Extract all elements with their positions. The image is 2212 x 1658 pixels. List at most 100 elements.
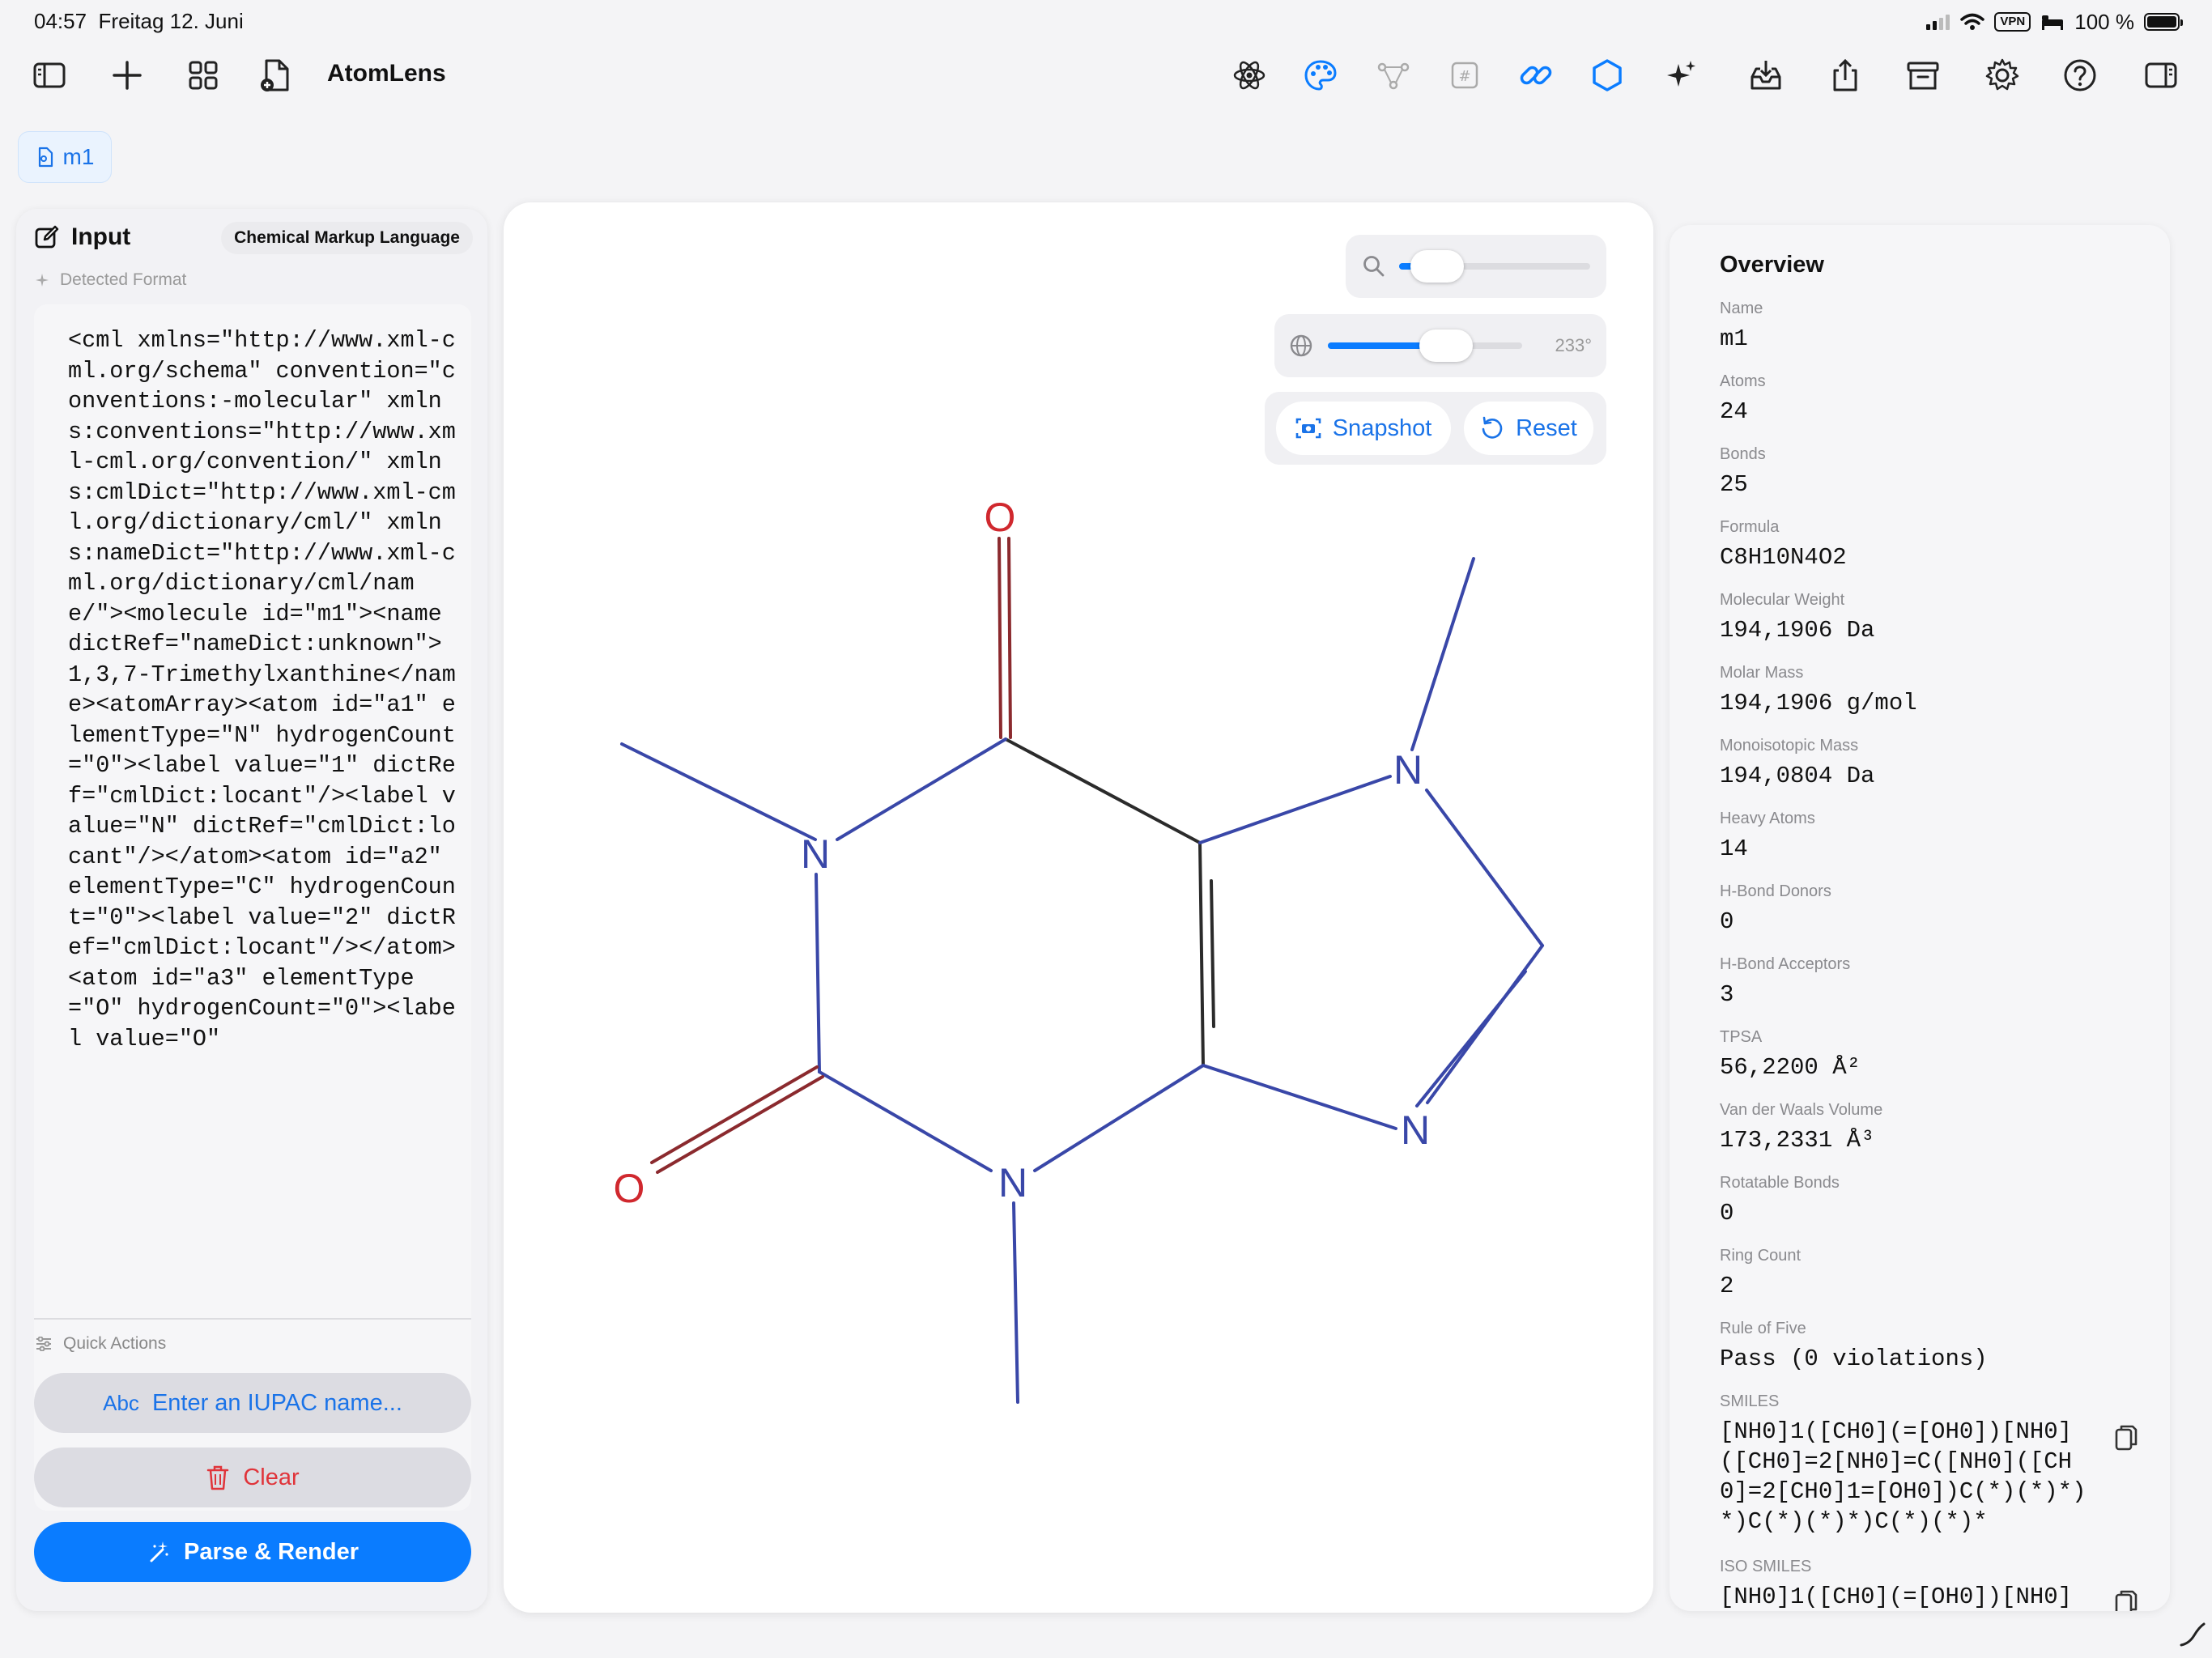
link-icon[interactable] — [1512, 52, 1559, 99]
code-text: <cml xmlns="http://www.xml-cml.org/schem… — [68, 327, 456, 1052]
snapshot-button[interactable]: Snapshot — [1276, 402, 1451, 455]
globe-icon — [1290, 334, 1312, 357]
abc-icon: Abc — [103, 1390, 139, 1415]
property-monoisotopic-mass: Monoisotopic Mass 194,0804 Da — [1720, 737, 1875, 789]
new-document-icon[interactable] — [253, 52, 300, 99]
nitrogen-label-n7: N — [1393, 747, 1423, 793]
zoom-control — [1346, 235, 1606, 298]
property-ring-count: Ring Count 2 — [1720, 1247, 1802, 1299]
property-bonds: Bonds 25 — [1720, 445, 1766, 498]
sliders-icon — [36, 1337, 51, 1351]
input-header: Input — [34, 223, 130, 251]
reset-icon — [1482, 416, 1503, 439]
copy-smiles-icon[interactable] — [2113, 1423, 2139, 1452]
iupac-button-label: Enter an IUPAC name... — [151, 1389, 402, 1416]
oxygen-label-left: O — [614, 1166, 645, 1211]
molecule-doc-icon — [38, 147, 53, 168]
sparkles-icon[interactable] — [1658, 52, 1705, 99]
overview-panel: Overview Name m1 Atoms 24 Bonds 25 Formula C… — [1670, 225, 2170, 1611]
share-icon[interactable] — [1822, 52, 1869, 99]
property-hbond-donors: H-Bond Donors 0 — [1720, 882, 1831, 935]
rotation-angle: 233° — [1555, 335, 1592, 355]
property-formula: Formula C8H10N4O2 — [1720, 518, 1847, 571]
rotation-slider-knob[interactable] — [1419, 329, 1474, 362]
battery-icon — [2144, 13, 2183, 31]
property-iso-smiles: ISO SMILES [NH0]1([CH0](=[OH0])[NH0] — [1720, 1558, 2157, 1611]
molecule-viewer[interactable]: O O N N N N 233° Snapshot Reset — [504, 202, 1653, 1613]
clear-button[interactable]: Clear — [34, 1448, 471, 1507]
signal-icon — [1926, 15, 1950, 30]
plus-icon[interactable] — [104, 52, 151, 99]
number-icon[interactable]: # — [1441, 52, 1488, 99]
property-heavy-atoms: Heavy Atoms 14 — [1720, 810, 1815, 862]
nitrogen-label-n9: N — [1401, 1107, 1430, 1153]
overview-title: Overview — [1720, 252, 1824, 278]
zoom-slider-knob[interactable] — [1410, 250, 1465, 283]
svg-text:#: # — [1458, 68, 1470, 85]
property-molar-mass: Molar Mass 194,1906 g/mol — [1720, 664, 1917, 716]
viewer-actions: Snapshot Reset — [1265, 392, 1606, 465]
sidebar-right-icon[interactable] — [2138, 52, 2184, 99]
wifi-icon — [1960, 13, 1985, 30]
magnifier-icon — [1363, 256, 1385, 277]
app-title: AtomLens — [327, 60, 446, 87]
atom-icon[interactable] — [1226, 52, 1273, 99]
property-atoms: Atoms 24 — [1720, 372, 1766, 425]
trash-icon — [207, 1465, 229, 1490]
iupac-name-button[interactable]: Abc Enter an IUPAC name... — [34, 1373, 471, 1433]
import-icon[interactable] — [1742, 52, 1789, 99]
document-tab-label: m1 — [62, 144, 95, 169]
archive-icon[interactable] — [1899, 52, 1946, 99]
reset-button[interactable]: Reset — [1464, 402, 1593, 455]
status-time: 04:57 Freitag 12. Juni — [34, 9, 244, 33]
status-bar: 04:57 Freitag 12. Juni VPN 100 % — [0, 0, 2212, 44]
grid-icon[interactable] — [180, 52, 227, 99]
vpn-badge: VPN — [1994, 12, 2031, 32]
property-rule-of-five: Rule of Five Pass (0 violations) — [1720, 1320, 1988, 1372]
toolbar: AtomLens # — [0, 47, 2212, 104]
smiles-value: [NH0]1([CH0](=[OH0])[NH0]([CH0]=2[NH0]=C… — [1720, 1418, 2087, 1535]
gear-icon[interactable] — [1979, 52, 2026, 99]
palette-icon[interactable] — [1297, 52, 1344, 99]
format-badge: Chemical Markup Language — [221, 222, 473, 254]
edit-icon — [35, 225, 59, 249]
magic-wand-icon — [150, 1541, 168, 1562]
camera-icon — [1295, 418, 1321, 439]
property-hbond-acceptors: H-Bond Acceptors 3 — [1720, 955, 1851, 1008]
sidebar-left-icon[interactable] — [26, 52, 73, 99]
rotation-control: 233° — [1274, 314, 1606, 377]
battery-percent: 100 % — [2074, 9, 2134, 34]
zoom-slider[interactable] — [1399, 250, 1590, 283]
document-tab-m1[interactable]: m1 — [18, 131, 112, 183]
property-name: Name m1 — [1720, 300, 1763, 352]
iso-smiles-value: [NH0]1([CH0](=[OH0])[NH0] — [1720, 1584, 2073, 1610]
detected-format-label: Detected Format — [36, 270, 186, 290]
property-smiles: SMILES [NH0]1([CH0](=[OH0])[NH0]([CH0]=2… — [1720, 1392, 2157, 1537]
hexagon-icon[interactable] — [1584, 52, 1631, 99]
clear-button-label: Clear — [243, 1464, 300, 1490]
help-icon[interactable] — [2057, 52, 2104, 99]
reset-label: Reset — [1516, 414, 1577, 441]
code-editor[interactable]: <cml xmlns="http://www.xml-cml.org/schem… — [34, 304, 471, 1511]
status-indicators: VPN 100 % — [1926, 8, 2183, 36]
property-vdw-volume: Van der Waals Volume 173,2331 Å³ — [1720, 1101, 1883, 1154]
parse-button-label: Parse & Render — [184, 1538, 359, 1565]
rotation-slider[interactable] — [1328, 329, 1522, 362]
divider — [34, 1318, 471, 1320]
parse-render-button[interactable]: Parse & Render — [34, 1522, 471, 1582]
input-panel: Input Chemical Markup Language Detected … — [16, 209, 487, 1611]
bed-icon — [2042, 15, 2064, 30]
carbon-bonds — [1004, 738, 1215, 1067]
snapshot-label: Snapshot — [1332, 414, 1432, 441]
nitrogen-label-n3: N — [998, 1160, 1027, 1205]
nitrogen-label-n1: N — [801, 831, 830, 877]
network-icon[interactable] — [1370, 52, 1417, 99]
property-molecular-weight: Molecular Weight 194,1906 Da — [1720, 591, 1875, 644]
property-rotatable-bonds: Rotatable Bonds 0 — [1720, 1174, 1840, 1226]
copy-iso-smiles-icon[interactable] — [2113, 1588, 2139, 1611]
atom-labels: O O N N N N — [614, 495, 1431, 1211]
nitrogen-bonds — [620, 557, 1544, 1404]
sparkle-icon — [36, 274, 49, 287]
oxygen-label-top: O — [985, 495, 1016, 540]
input-title: Input — [71, 223, 131, 250]
